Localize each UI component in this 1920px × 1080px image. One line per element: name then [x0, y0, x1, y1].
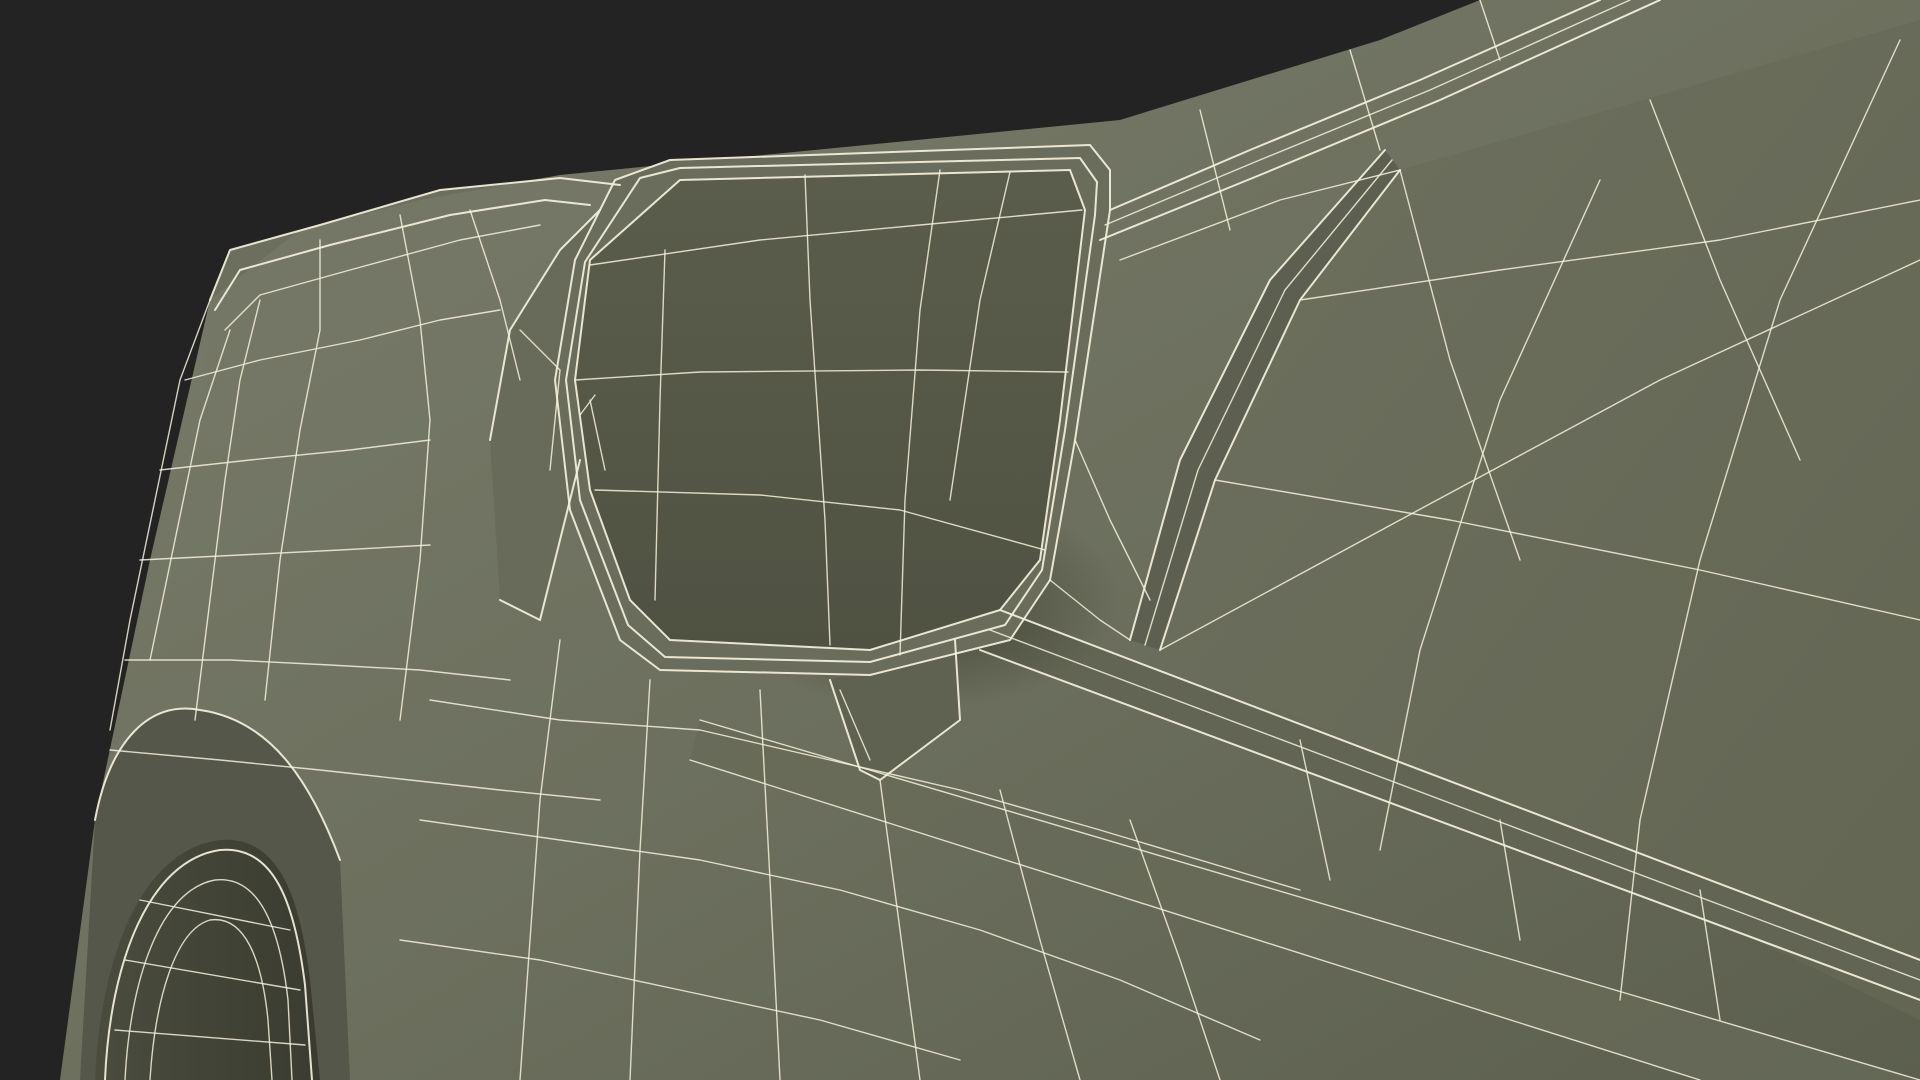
- mirror-glass: [575, 170, 1085, 650]
- render-viewport: [0, 0, 1920, 1080]
- wireframe-render: [0, 0, 1920, 1080]
